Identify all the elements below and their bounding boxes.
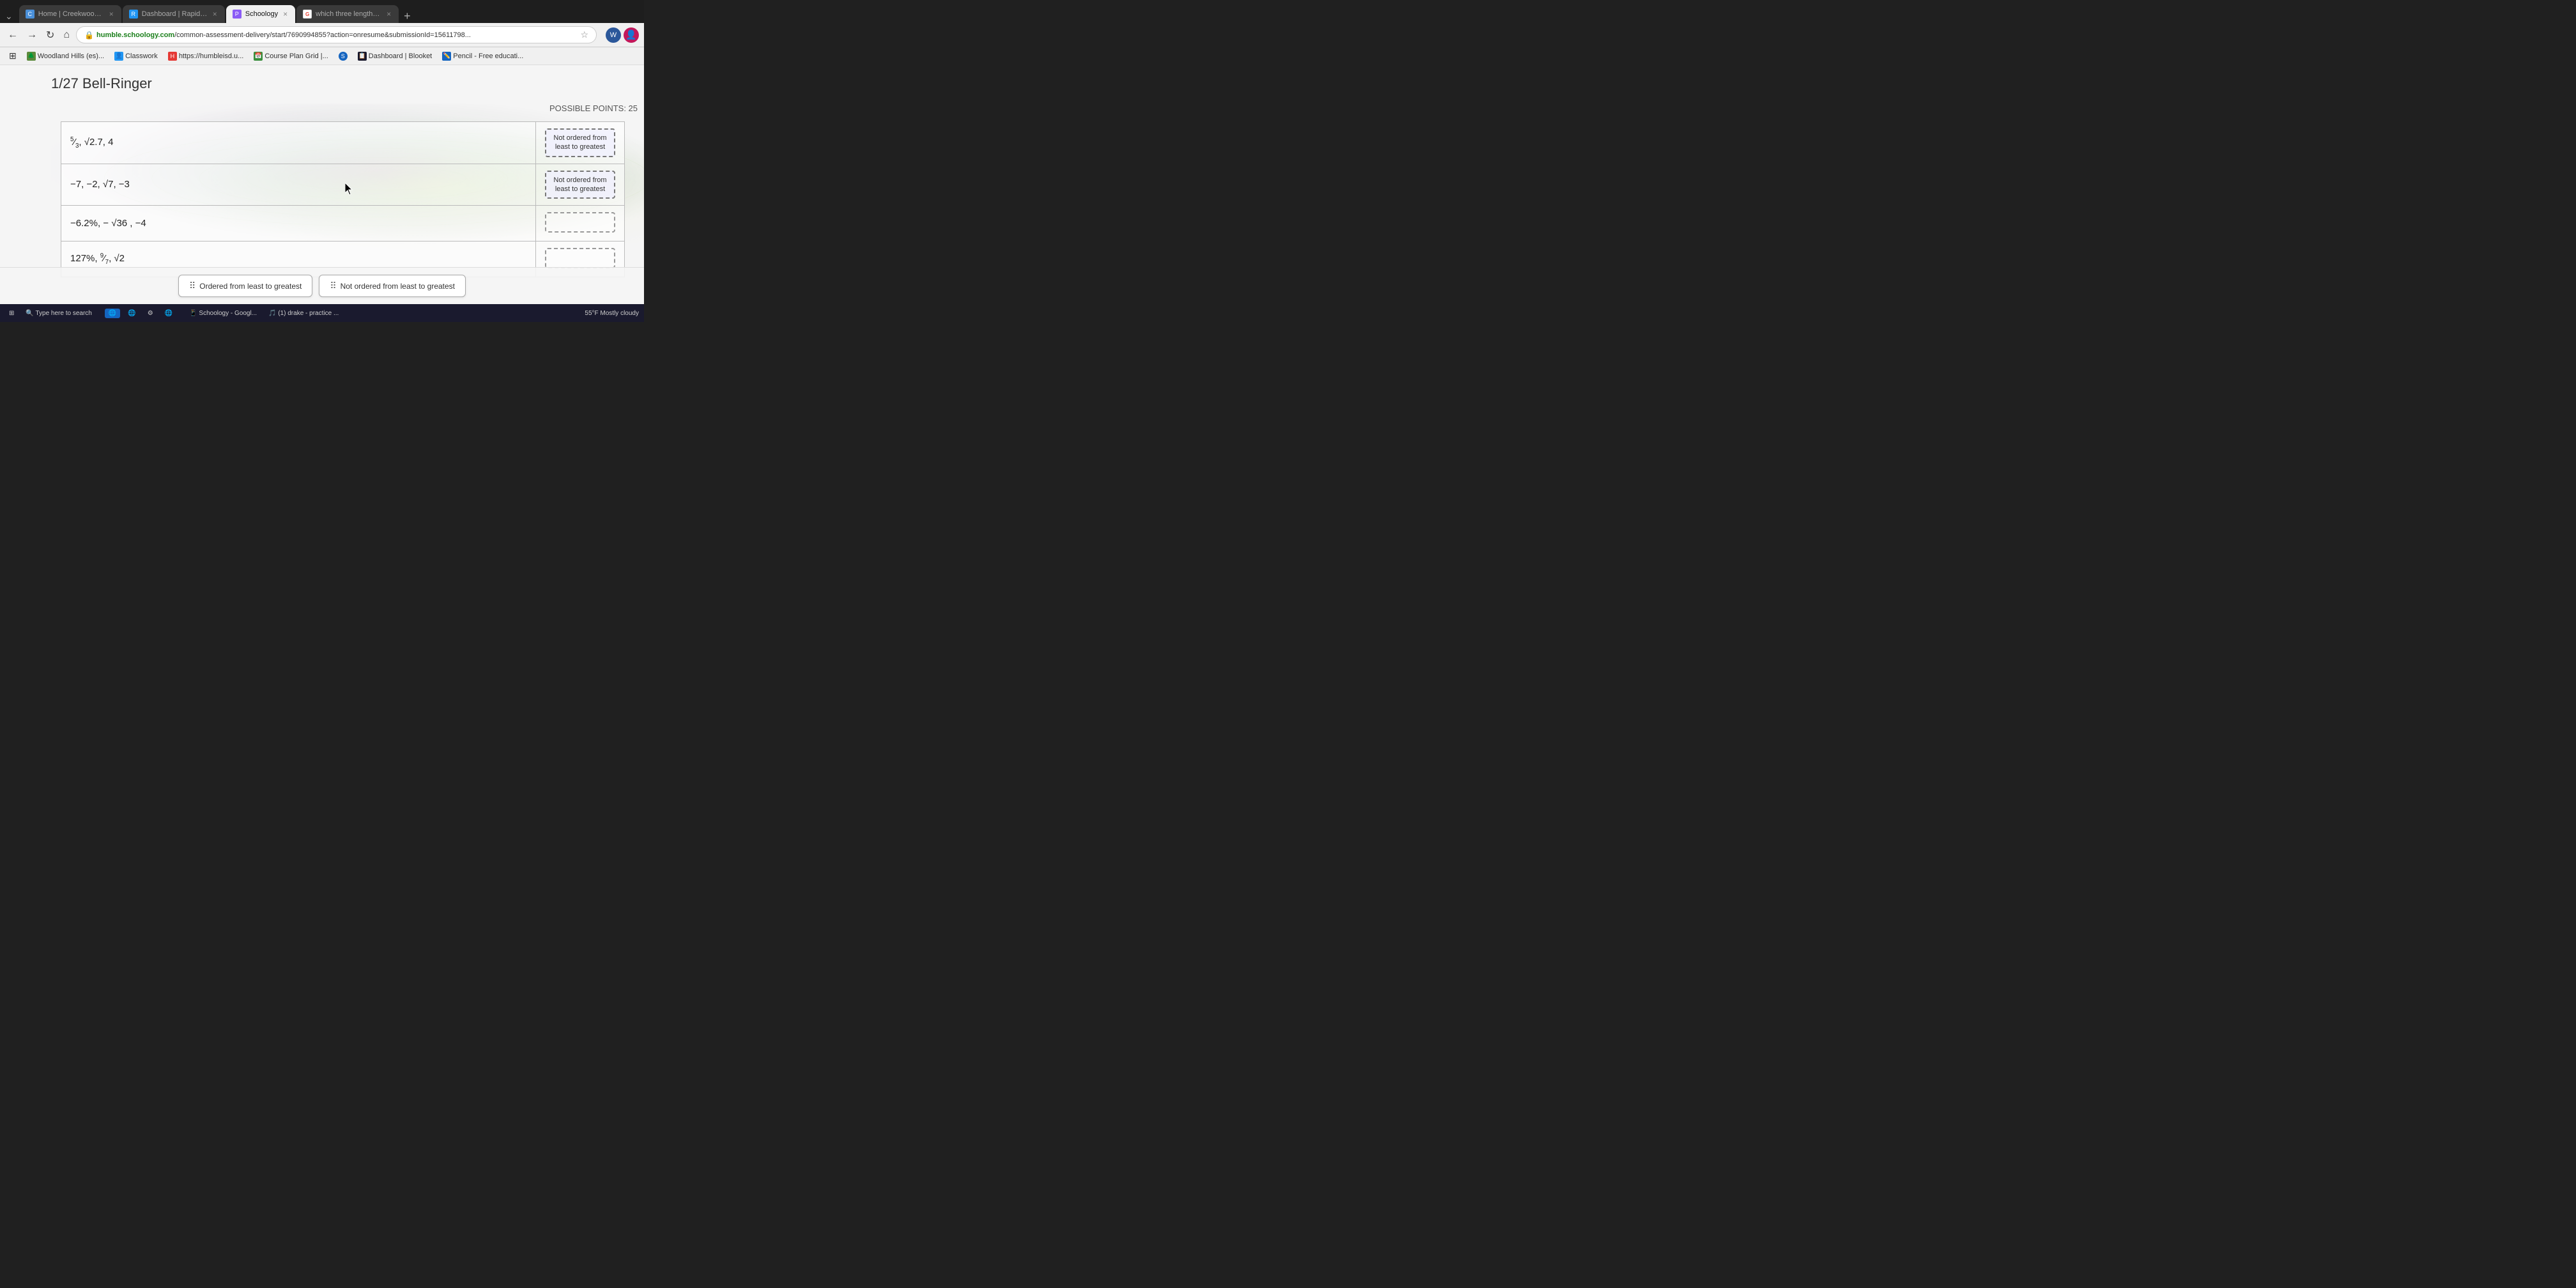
- tab-bar: ⌄ C Home | Creekwood Middle Sch × R Dash…: [0, 0, 644, 23]
- bookmark-classwork-label: Classwork: [125, 52, 158, 60]
- bookmark-humbleisd-label: https://humbleisd.u...: [179, 52, 244, 60]
- expression-4: 127%, 9⁄7, √2: [70, 253, 125, 264]
- taskbar-weather: 55°F Mostly cloudy: [585, 310, 639, 317]
- answer-box-3[interactable]: [545, 212, 615, 233]
- expression-cell-1: 5⁄3, √2.7, 4: [61, 122, 536, 164]
- answer-box-2[interactable]: Not ordered from least to greatest: [545, 171, 615, 199]
- chip-ordered[interactable]: ⠿ Ordered from least to greatest: [178, 275, 312, 297]
- bookmark-apps[interactable]: ⊞: [5, 49, 20, 63]
- home-button[interactable]: ⌂: [61, 28, 72, 42]
- user-profile-icon[interactable]: 👤: [624, 27, 639, 43]
- answer-cell-1[interactable]: Not ordered from least to greatest: [536, 122, 625, 164]
- tab-google-label: which three lengths could be u: [316, 10, 381, 18]
- tab-rapid-label: Dashboard | RapidIdentity: [142, 10, 208, 18]
- bookmark-schoology-blue[interactable]: S: [335, 50, 351, 62]
- word-profile-icon[interactable]: W: [606, 27, 621, 43]
- bookmark-course[interactable]: 📅 Course Plan Grid |...: [250, 50, 332, 62]
- assessment-table: 5⁄3, √2.7, 4 Not ordered from least to g…: [61, 121, 625, 277]
- taskbar: ⊞ 🔍 Type here to search 🌐 🌐 ⚙ 🌐 📱 School…: [0, 304, 644, 322]
- tab-schoology[interactable]: P Schoology ×: [226, 5, 295, 23]
- bookmark-blooket[interactable]: 📋 Dashboard | Blooket: [354, 50, 436, 62]
- chip-ordered-label: Ordered from least to greatest: [199, 282, 302, 291]
- bookmark-course-label: Course Plan Grid |...: [264, 52, 328, 60]
- bookmark-woodland[interactable]: 🌲 Woodland Hills (es)...: [23, 50, 108, 62]
- address-bar: ← → ↻ ⌂ 🔒 humble.schoology.com/common-as…: [0, 23, 644, 47]
- taskbar-right: 55°F Mostly cloudy: [585, 310, 639, 317]
- tab-rapid[interactable]: R Dashboard | RapidIdentity ×: [123, 5, 225, 23]
- taskbar-schoology-app[interactable]: 📱 Schoology - Googl...: [185, 309, 261, 318]
- expression-3: −6.2%, − √36 , −4: [70, 218, 146, 229]
- tab-list-button[interactable]: ⌄: [3, 10, 15, 23]
- table-row: 5⁄3, √2.7, 4 Not ordered from least to g…: [61, 122, 625, 164]
- taskbar-search[interactable]: 🔍 Type here to search: [22, 309, 95, 318]
- chip-not-ordered-icon: ⠿: [330, 280, 336, 291]
- bookmarks-bar: ⊞ 🌲 Woodland Hills (es)... 👤 Classwork H…: [0, 47, 644, 65]
- address-text: humble.schoology.com/common-assessment-d…: [96, 31, 578, 39]
- tab-schoology-favicon: P: [233, 10, 241, 19]
- answer-box-2-text: Not ordered from least to greatest: [553, 176, 606, 193]
- expression-cell-2: −7, −2, √7, −3: [61, 164, 536, 206]
- address-path: /common-assessment-delivery/start/769099…: [174, 31, 471, 39]
- tab-rapid-favicon: R: [129, 10, 138, 19]
- bookmark-pencil[interactable]: ✏️ Pencil - Free educati...: [438, 50, 527, 62]
- expression-2: −7, −2, √7, −3: [70, 179, 130, 190]
- content-area: 1/27 Bell-Ringer POSSIBLE POINTS: 25 5⁄3…: [0, 65, 644, 304]
- taskbar-chrome-2[interactable]: 🌐: [124, 309, 139, 318]
- answer-box-1-text: Not ordered from least to greatest: [553, 134, 606, 151]
- table-row: −6.2%, − √36 , −4: [61, 206, 625, 241]
- tab-schoology-close[interactable]: ×: [282, 10, 289, 19]
- taskbar-search-label: Type here to search: [35, 310, 91, 317]
- reload-button[interactable]: ↻: [43, 27, 57, 43]
- address-input[interactable]: 🔒 humble.schoology.com/common-assessment…: [76, 26, 597, 43]
- tab-rapid-close[interactable]: ×: [211, 10, 218, 19]
- taskbar-chrome-3[interactable]: 🌐: [161, 309, 176, 318]
- tab-home-favicon: C: [26, 10, 34, 19]
- chip-not-ordered[interactable]: ⠿ Not ordered from least to greatest: [319, 275, 466, 297]
- back-button[interactable]: ←: [5, 28, 20, 42]
- chip-not-ordered-label: Not ordered from least to greatest: [341, 282, 455, 291]
- tab-google-close[interactable]: ×: [385, 10, 392, 19]
- answer-box-1[interactable]: Not ordered from least to greatest: [545, 128, 615, 157]
- tab-schoology-label: Schoology: [245, 10, 278, 18]
- table-row: −7, −2, √7, −3 Not ordered from least to…: [61, 164, 625, 206]
- page: 1/27 Bell-Ringer POSSIBLE POINTS: 25 5⁄3…: [0, 65, 644, 304]
- forward-button[interactable]: →: [24, 28, 40, 42]
- bookmark-classwork[interactable]: 👤 Classwork: [111, 50, 162, 62]
- bookmark-pencil-label: Pencil - Free educati...: [453, 52, 523, 60]
- taskbar-drake-label: (1) drake - practice ...: [278, 310, 339, 317]
- expression-1: 5⁄3, √2.7, 4: [70, 137, 114, 148]
- taskbar-windows-button[interactable]: ⊞: [5, 309, 18, 318]
- assessment-wrap: 5⁄3, √2.7, 4 Not ordered from least to g…: [61, 121, 625, 240]
- browser-window: ⌄ C Home | Creekwood Middle Sch × R Dash…: [0, 0, 644, 322]
- answer-cell-3[interactable]: [536, 206, 625, 241]
- bookmark-humbleisd[interactable]: H https://humbleisd.u...: [164, 50, 248, 62]
- tab-home-close[interactable]: ×: [108, 10, 115, 19]
- tab-home[interactable]: C Home | Creekwood Middle Sch ×: [19, 5, 121, 23]
- taskbar-settings[interactable]: ⚙: [144, 309, 157, 318]
- bookmark-woodland-label: Woodland Hills (es)...: [38, 52, 104, 60]
- page-title: 1/27 Bell-Ringer: [0, 65, 644, 97]
- taskbar-schoology-label: Schoology - Googl...: [199, 310, 257, 317]
- possible-points: POSSIBLE POINTS: 25: [549, 103, 638, 113]
- address-domain: humble.schoology.com: [96, 31, 174, 39]
- tab-google[interactable]: G which three lengths could be u ×: [296, 5, 399, 23]
- tab-google-favicon: G: [303, 10, 312, 19]
- answer-box-4[interactable]: [545, 248, 615, 268]
- answer-cell-2[interactable]: Not ordered from least to greatest: [536, 164, 625, 206]
- profile-icons: W 👤: [606, 27, 639, 43]
- chip-ordered-icon: ⠿: [189, 280, 195, 291]
- bottom-bar: ⠿ Ordered from least to greatest ⠿ Not o…: [0, 267, 644, 304]
- bookmark-blooket-label: Dashboard | Blooket: [369, 52, 432, 60]
- expression-cell-3: −6.2%, − √36 , −4: [61, 206, 536, 241]
- bookmark-star-icon[interactable]: ☆: [580, 29, 588, 40]
- taskbar-drake-app[interactable]: 🎵 (1) drake - practice ...: [264, 309, 342, 318]
- taskbar-chrome-1[interactable]: 🌐: [105, 309, 120, 318]
- new-tab-button[interactable]: +: [400, 10, 415, 23]
- tab-bar-controls: ⌄: [3, 10, 15, 23]
- tab-home-label: Home | Creekwood Middle Sch: [38, 10, 104, 18]
